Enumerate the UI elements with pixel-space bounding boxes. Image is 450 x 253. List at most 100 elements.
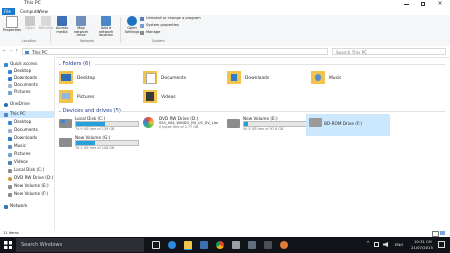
desktop-icon — [8, 69, 12, 74]
drive-icon — [59, 138, 72, 147]
open-icon — [25, 16, 35, 26]
volume-icon[interactable] — [383, 242, 388, 247]
language-indicator[interactable]: ENG — [395, 243, 403, 247]
nav-item-documents[interactable]: Documents — [8, 82, 38, 89]
network-drive-icon — [76, 16, 86, 26]
nav-item-onedrive[interactable]: OneDrive — [4, 101, 30, 108]
app-icon[interactable] — [232, 241, 240, 249]
access-media-button[interactable]: Access media — [52, 16, 72, 38]
nav-item-desktop[interactable]: Desktop — [8, 68, 31, 75]
system-properties-label: System properties — [146, 23, 179, 28]
notification-icon[interactable] — [438, 241, 445, 248]
up-icon[interactable]: ↑ — [15, 48, 19, 53]
drive-icon — [227, 119, 240, 128]
group-location-label: Location — [22, 39, 37, 43]
tab-view[interactable]: View — [38, 9, 48, 14]
nav-item-documents[interactable]: Documents — [8, 127, 38, 134]
nav-item-volume-f[interactable]: New Volume (F:) — [8, 191, 48, 198]
nav-item-downloads[interactable]: Downloads — [8, 135, 37, 142]
maximize-icon[interactable] — [417, 1, 429, 7]
drives-header[interactable]: ⌄ Devices and drives (5) — [58, 108, 121, 114]
tiles-view-icon[interactable] — [440, 231, 445, 235]
nav-item-downloads[interactable]: Downloads — [8, 75, 37, 82]
ribbon-divider — [50, 17, 51, 43]
add-network-location-label: Add a network location — [98, 26, 114, 38]
ribbon-divider — [120, 17, 121, 43]
chrome-icon[interactable] — [216, 241, 224, 249]
folder-icon — [143, 71, 157, 84]
store-icon[interactable] — [200, 241, 208, 249]
map-network-drive-button[interactable]: Map network drive — [70, 16, 92, 38]
nav-item-videos[interactable]: Videos — [8, 159, 28, 166]
drive-d[interactable]: DVD RW Drive (D:) SSS_X64_WINDO_EN_US_DV… — [143, 116, 223, 138]
network-tray-icon[interactable] — [374, 242, 379, 247]
dvd-icon — [8, 176, 12, 181]
drive-usage-fill — [76, 122, 105, 126]
system-properties-icon — [140, 24, 144, 28]
nav-item-this-pc[interactable]: This PC — [0, 111, 54, 118]
edge-icon[interactable] — [168, 241, 176, 249]
properties-icon — [6, 16, 18, 28]
nav-item-dvd-d[interactable]: DVD RW Drive (D:) — [8, 175, 53, 182]
media-icon — [57, 16, 67, 26]
folder-downloads[interactable]: Downloads — [227, 71, 307, 89]
nav-item-volume-e[interactable]: New Volume (E:) — [8, 183, 49, 190]
app-icon[interactable] — [280, 241, 288, 249]
download-icon — [8, 76, 12, 81]
close-icon[interactable]: × — [434, 1, 446, 7]
properties-label: Properties — [2, 28, 22, 32]
task-view-icon[interactable] — [152, 241, 160, 249]
forward-icon[interactable]: → — [9, 48, 13, 53]
start-button[interactable] — [3, 240, 13, 250]
bd-rom-icon — [309, 118, 322, 127]
system-properties-button[interactable]: System properties — [140, 24, 179, 28]
app-icon[interactable] — [264, 241, 272, 249]
search-input[interactable]: Search This PC — [336, 50, 367, 55]
folders-header[interactable]: ⌄ Folders (6) — [58, 61, 90, 67]
app-icon[interactable] — [248, 241, 256, 249]
taskbar-search-input[interactable]: Search Windows — [21, 243, 62, 248]
nav-item-pictures[interactable]: Pictures — [8, 151, 31, 158]
tray-up-icon[interactable]: ^ — [366, 241, 370, 247]
drive-e[interactable]: New Volume (E:) 90.5 GB free of 97.6 GB — [227, 116, 307, 138]
item-count: 11 items — [3, 230, 19, 235]
nav-item-pictures[interactable]: Pictures — [8, 89, 31, 96]
tab-file[interactable]: File — [2, 8, 15, 15]
video-icon — [8, 160, 12, 165]
manage-button[interactable]: Manage — [140, 31, 160, 35]
folder-videos[interactable]: Videos — [143, 90, 223, 108]
drive-g[interactable]: New Volume (G:) 76.2 GB free of 108 GB — [59, 135, 139, 157]
properties-button[interactable]: Properties — [2, 16, 22, 38]
nav-item-music[interactable]: Music — [8, 143, 26, 150]
back-icon[interactable]: ← — [3, 48, 7, 53]
drive-f[interactable]: BD-ROM Drive (F:) — [306, 114, 390, 136]
folder-documents[interactable]: Documents — [143, 71, 223, 89]
clock-time[interactable]: 10:31 CH — [414, 240, 432, 244]
windows-drive-icon — [59, 119, 72, 128]
address-bar[interactable]: This PC — [22, 48, 328, 55]
folder-icon — [143, 90, 157, 103]
drive-free-space: 74.9 GB free of 139 GB — [75, 127, 115, 131]
folder-pictures[interactable]: Pictures — [59, 90, 139, 108]
content-pane: ⌄ Folders (6) Desktop Documents Download… — [55, 57, 450, 230]
add-network-location-button[interactable]: Add a network location — [94, 16, 118, 38]
folder-desktop[interactable]: Desktop — [59, 71, 139, 89]
nav-item-quick-access[interactable]: Quick access — [4, 61, 37, 68]
music-icon — [8, 144, 12, 149]
ribbon-tabs: File Computer View — [0, 8, 450, 15]
nav-item-local-disk-c[interactable]: Local Disk (C:) — [8, 167, 44, 174]
file-explorer-icon[interactable] — [184, 241, 192, 250]
network-icon — [4, 204, 8, 209]
window-title: This PC — [24, 1, 41, 6]
uninstall-button[interactable]: Uninstall or change a program — [140, 17, 201, 21]
clock-date[interactable]: 21/07/2015 — [411, 246, 433, 250]
open-settings-button[interactable]: Open Settings — [122, 16, 142, 38]
search-box[interactable]: Search This PC — [332, 48, 446, 55]
minimize-icon[interactable] — [400, 1, 412, 7]
taskbar-search[interactable]: Search Windows — [16, 238, 144, 252]
folder-music[interactable]: Music — [311, 71, 391, 89]
star-icon — [4, 62, 8, 67]
nav-item-network[interactable]: Network — [4, 203, 27, 210]
nav-item-desktop[interactable]: Desktop — [8, 119, 31, 126]
map-network-drive-label: Map network drive — [73, 26, 89, 38]
